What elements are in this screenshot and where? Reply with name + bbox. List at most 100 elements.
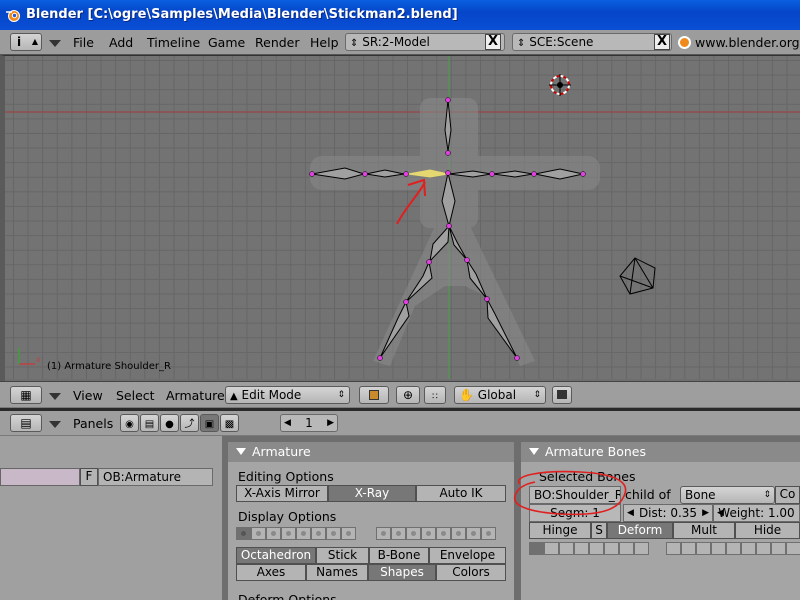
layer-slot[interactable] [236,527,251,540]
pivot-button[interactable]: ⊕ [396,386,420,404]
bone-layer-slots[interactable] [236,527,506,540]
frame-increment-icon[interactable]: ▶ [327,415,334,431]
scale-toggle[interactable]: S [591,522,607,539]
screen-delete-icon[interactable]: X [485,34,501,50]
bone-layer-slot[interactable] [756,542,771,555]
hinge-toggle[interactable]: Hinge [529,522,591,539]
frame-number-field[interactable]: ◀ 1 ▶ [280,414,338,432]
bone-layer-slot[interactable] [666,542,681,555]
buttons-editor-type-button[interactable]: ▤ [10,414,42,432]
bone-name-field[interactable]: BO:Shoulder_R [529,486,621,504]
menu-armature[interactable]: Armature [166,388,225,404]
parent-bone-selector[interactable]: Bone ⇕ [680,486,775,504]
x-ray-toggle[interactable]: X-Ray [328,485,416,502]
scene-selector[interactable]: ⇕ SCE:Scene [512,33,672,51]
frame-decrement-icon[interactable]: ◀ [284,415,291,431]
layer-slot[interactable] [451,527,466,540]
mesh-name-field[interactable] [0,468,80,486]
mult-toggle[interactable]: Mult [673,522,735,539]
bone-layer-slot[interactable] [559,542,574,555]
bone-layer-slot[interactable] [634,542,649,555]
object-name-field[interactable]: OB:Armature [98,468,213,486]
window-titlebar[interactable]: Blender [C:\ogre\Samples\Media\Blender\S… [0,0,800,30]
shapes-toggle[interactable]: Shapes [368,564,436,581]
menu-render[interactable]: Render [255,35,300,51]
bone-layer-slot[interactable] [741,542,756,555]
scene-context-button[interactable]: ▩ [220,414,239,432]
layer-slot[interactable] [481,527,496,540]
bone-layer-slot[interactable] [786,542,800,555]
layer-slot[interactable] [436,527,451,540]
layer-slot[interactable] [326,527,341,540]
layer-slot[interactable] [266,527,281,540]
weight-decrement-icon[interactable]: ◀ [717,505,724,521]
menu-select[interactable]: Select [116,388,155,404]
bone-layer-slot[interactable] [696,542,711,555]
octahedron-toggle[interactable]: Octahedron [236,547,316,564]
buttons-collapse-arrow-icon[interactable] [49,421,61,428]
hide-toggle[interactable]: Hide [735,522,800,539]
axes-toggle[interactable]: Axes [236,564,306,581]
dist-decrement-icon[interactable]: ◀ [627,505,634,521]
bone-layer-slot[interactable] [726,542,741,555]
view3d-collapse-arrow-icon[interactable] [49,393,61,400]
mode-selector[interactable]: ▲ Edit Mode ⇕ [225,386,350,404]
dist-increment-icon[interactable]: ▶ [702,505,709,521]
deform-toggle[interactable]: Deform [607,522,673,539]
scene-delete-icon[interactable]: X [654,34,670,50]
bone-layer-slot[interactable] [589,542,604,555]
object-context-button[interactable]: ⤴ [180,414,199,432]
bone-layer-slot[interactable] [529,542,544,555]
bone-layer-slot[interactable] [711,542,726,555]
menu-game[interactable]: Game [208,35,245,51]
segments-field[interactable]: Segm: 1 [529,504,621,522]
bones-panel-header[interactable]: Armature Bones [521,442,800,462]
menu-timeline[interactable]: Timeline [147,35,200,51]
layer-slot[interactable] [296,527,311,540]
layer-slot[interactable] [251,527,266,540]
bone-layer-slot[interactable] [681,542,696,555]
fake-user-button[interactable]: F [80,468,98,486]
b-bone-toggle[interactable]: B-Bone [369,547,429,564]
distance-field[interactable]: ◀ Dist: 0.35 ▶ [623,504,713,522]
layer-slot[interactable] [406,527,421,540]
screen-selector[interactable]: ⇕ SR:2-Model [345,33,505,51]
shading-context-button[interactable]: ● [160,414,179,432]
names-toggle[interactable]: Names [306,564,368,581]
armature-panel-header[interactable]: Armature [228,442,514,462]
weight-field[interactable]: ◀ Weight: 1.00 [713,504,800,522]
script-context-button[interactable]: ▤ [140,414,159,432]
website-link[interactable]: www.blender.org 2 [695,35,800,51]
layer-slot[interactable] [311,527,326,540]
bone-layer-slot[interactable] [619,542,634,555]
bone-layer-slot[interactable] [604,542,619,555]
layer-slot[interactable] [421,527,436,540]
editor-type-button[interactable]: i ▲ [10,33,42,51]
collapse-menu-arrow-icon[interactable] [49,40,61,47]
connected-toggle[interactable]: Co [775,486,800,504]
3d-viewport[interactable]: x (1) Armature Shoulder_R [5,56,800,379]
snap-button[interactable]: ∷ [424,386,446,404]
menu-help[interactable]: Help [310,35,339,51]
menu-view[interactable]: View [73,388,103,404]
bone-layer-slot[interactable] [574,542,589,555]
auto-ik-toggle[interactable]: Auto IK [416,485,506,502]
editing-context-button[interactable]: ▣ [200,414,219,432]
colors-toggle[interactable]: Colors [436,564,506,581]
layer-slot[interactable] [391,527,406,540]
view3d-editor-type-button[interactable]: ▦ [10,386,42,404]
x-axis-mirror-toggle[interactable]: X-Axis Mirror [236,485,328,502]
logic-context-button[interactable]: ◉ [120,414,139,432]
menu-add[interactable]: Add [109,35,133,51]
layer-slot[interactable] [341,527,356,540]
layer-slot[interactable] [466,527,481,540]
bone-layer-slot[interactable] [771,542,786,555]
orientation-selector[interactable]: ✋ Global ⇕ [454,386,546,404]
layer-slot[interactable] [376,527,391,540]
stick-toggle[interactable]: Stick [316,547,369,564]
bone-layer-slot[interactable] [544,542,559,555]
draw-type-button[interactable] [359,386,389,404]
render-preview-button[interactable] [552,386,572,404]
envelope-toggle[interactable]: Envelope [429,547,506,564]
bone-layer-buttons[interactable] [529,542,800,555]
